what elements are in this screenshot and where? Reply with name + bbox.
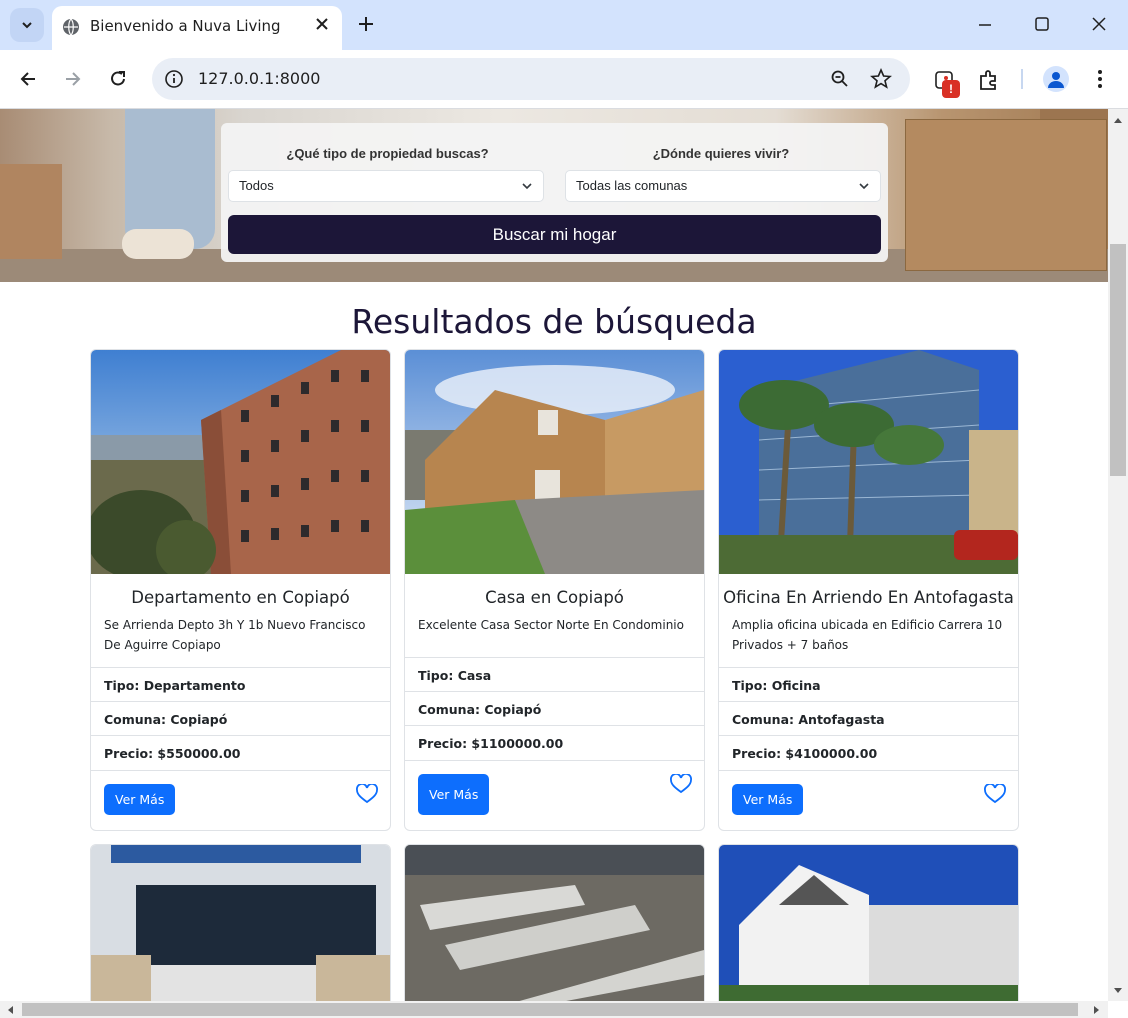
url-text: 127.0.0.1:8000 — [198, 69, 321, 88]
location-select[interactable]: Todas las comunas — [565, 170, 881, 202]
card-title: Departamento en Copiapó — [131, 588, 350, 607]
location-label: ¿Dónde quieres vivir? — [652, 146, 790, 161]
scroll-up-icon[interactable] — [1113, 116, 1123, 124]
ver-mas-button[interactable]: Ver Más — [104, 784, 176, 815]
property-card — [404, 844, 705, 1001]
card-comuna-row: Comuna: Copiapó — [405, 691, 704, 726]
card-price-row: Precio: $1100000.00 — [405, 725, 704, 760]
property-type-label: ¿Qué tipo de propiedad buscas? — [286, 146, 489, 161]
card-type-row: Tipo: Oficina — [719, 667, 1018, 702]
card-comuna: Comuna: Antofagasta — [732, 712, 885, 727]
property-type-select[interactable]: Todos — [228, 170, 544, 202]
extensions-puzzle-icon[interactable] — [977, 68, 1001, 92]
warehouse-aerial-photo[interactable] — [405, 845, 704, 1001]
card-price-row: Precio: $4100000.00 — [719, 735, 1018, 770]
card-footer: Ver Más — [405, 760, 704, 830]
card-comuna-row: Comuna: Antofagasta — [719, 701, 1018, 736]
ver-mas-button[interactable]: Ver Más — [732, 784, 804, 815]
card-comuna-row: Comuna: Copiapó — [91, 701, 390, 736]
ver-mas-button[interactable]: Ver Más — [418, 774, 490, 815]
card-comuna: Comuna: Copiapó — [104, 712, 228, 727]
card-price: Precio: $550000.00 — [104, 746, 241, 761]
extension-alert-button[interactable]: ! — [932, 68, 962, 98]
new-tab-icon[interactable] — [356, 14, 376, 34]
house-photo — [405, 350, 704, 574]
hero-person-legs — [125, 109, 215, 249]
card-price: Precio: $4100000.00 — [732, 746, 878, 761]
hero-box-right — [905, 119, 1107, 271]
more-menu-icon[interactable] — [1090, 68, 1110, 90]
property-card: Departamento en Copiapó Se Arrienda Dept… — [90, 349, 391, 831]
card-footer: Ver Más — [719, 770, 1018, 830]
card-description: Se Arrienda Depto 3h Y 1b Nuevo Francisc… — [104, 618, 366, 652]
property-card: Oficina En Arriendo En Antofagasta Ampli… — [718, 349, 1019, 831]
scroll-right-icon[interactable] — [1093, 1005, 1101, 1015]
property-photo[interactable] — [405, 350, 704, 574]
card-description: Excelente Casa Sector Norte En Condomini… — [418, 618, 684, 632]
zoom-icon[interactable] — [830, 69, 850, 89]
search-button[interactable]: Buscar mi hogar — [228, 215, 881, 254]
close-window-icon[interactable] — [1091, 16, 1107, 32]
card-type: Tipo: Oficina — [732, 678, 821, 693]
minimize-icon[interactable] — [977, 16, 993, 32]
reload-icon[interactable] — [108, 69, 128, 89]
chevron-down-icon — [522, 183, 532, 190]
page-viewport: ¿Qué tipo de propiedad buscas? ¿Dónde qu… — [0, 109, 1108, 1001]
property-card — [90, 844, 391, 1001]
site-info-icon[interactable] — [164, 69, 184, 89]
office-building-photo — [719, 350, 1018, 574]
card-type: Tipo: Casa — [418, 668, 492, 683]
chevron-down-icon — [859, 183, 869, 190]
bookmark-star-icon[interactable] — [870, 68, 892, 90]
heart-icon[interactable] — [670, 774, 692, 794]
storefront-photo[interactable] — [91, 845, 390, 1001]
tab-title: Bienvenido a Nuva Living — [90, 17, 281, 35]
property-photo[interactable] — [719, 350, 1018, 574]
search-form: ¿Qué tipo de propiedad buscas? ¿Dónde qu… — [221, 123, 888, 262]
alert-badge: ! — [942, 80, 960, 98]
property-photo[interactable] — [91, 350, 390, 574]
hero-person-shoe — [122, 229, 194, 259]
white-house-photo[interactable] — [719, 845, 1018, 1001]
location-value: Todas las comunas — [576, 178, 688, 193]
card-title: Oficina En Arriendo En Antofagasta — [723, 588, 1014, 607]
heart-icon[interactable] — [984, 784, 1006, 804]
heart-icon[interactable] — [356, 784, 378, 804]
property-card — [718, 844, 1019, 1001]
globe-icon — [63, 18, 79, 36]
card-title: Casa en Copiapó — [485, 588, 624, 607]
property-type-value: Todos — [239, 178, 274, 193]
card-comuna: Comuna: Copiapó — [418, 702, 542, 717]
forward-arrow-icon[interactable] — [63, 69, 83, 89]
apartment-building-photo — [91, 350, 390, 574]
property-card: Casa en Copiapó Excelente Casa Sector No… — [404, 349, 705, 831]
card-type-row: Tipo: Casa — [405, 657, 704, 692]
card-description: Amplia oficina ubicada en Edificio Carre… — [732, 618, 1003, 652]
toolbar-divider — [1021, 69, 1023, 89]
profile-avatar[interactable] — [1043, 66, 1069, 92]
card-price: Precio: $1100000.00 — [418, 736, 564, 751]
card-type-row: Tipo: Departamento — [91, 667, 390, 702]
chevron-down-icon — [22, 22, 32, 29]
browser-tab[interactable]: Bienvenido a Nuva Living — [52, 6, 342, 50]
horizontal-scroll-thumb[interactable] — [22, 1003, 1078, 1016]
hero-box-left — [0, 164, 62, 259]
card-footer: Ver Más — [91, 770, 390, 830]
tab-search-button[interactable] — [10, 8, 44, 42]
maximize-icon[interactable] — [1034, 16, 1050, 32]
vertical-scrollbar[interactable] — [1108, 109, 1128, 1001]
back-arrow-icon[interactable] — [18, 69, 38, 89]
card-type: Tipo: Departamento — [104, 678, 246, 693]
scroll-left-icon[interactable] — [6, 1005, 14, 1015]
user-icon — [1048, 72, 1064, 88]
hero-banner: ¿Qué tipo de propiedad buscas? ¿Dónde qu… — [0, 109, 1108, 282]
close-tab-icon[interactable] — [314, 16, 330, 32]
vertical-scroll-thumb[interactable] — [1110, 244, 1126, 476]
address-bar[interactable]: 127.0.0.1:8000 — [152, 58, 910, 100]
results-title: Resultados de búsqueda — [351, 302, 757, 341]
card-price-row: Precio: $550000.00 — [91, 735, 390, 770]
scroll-down-icon[interactable] — [1113, 987, 1123, 995]
